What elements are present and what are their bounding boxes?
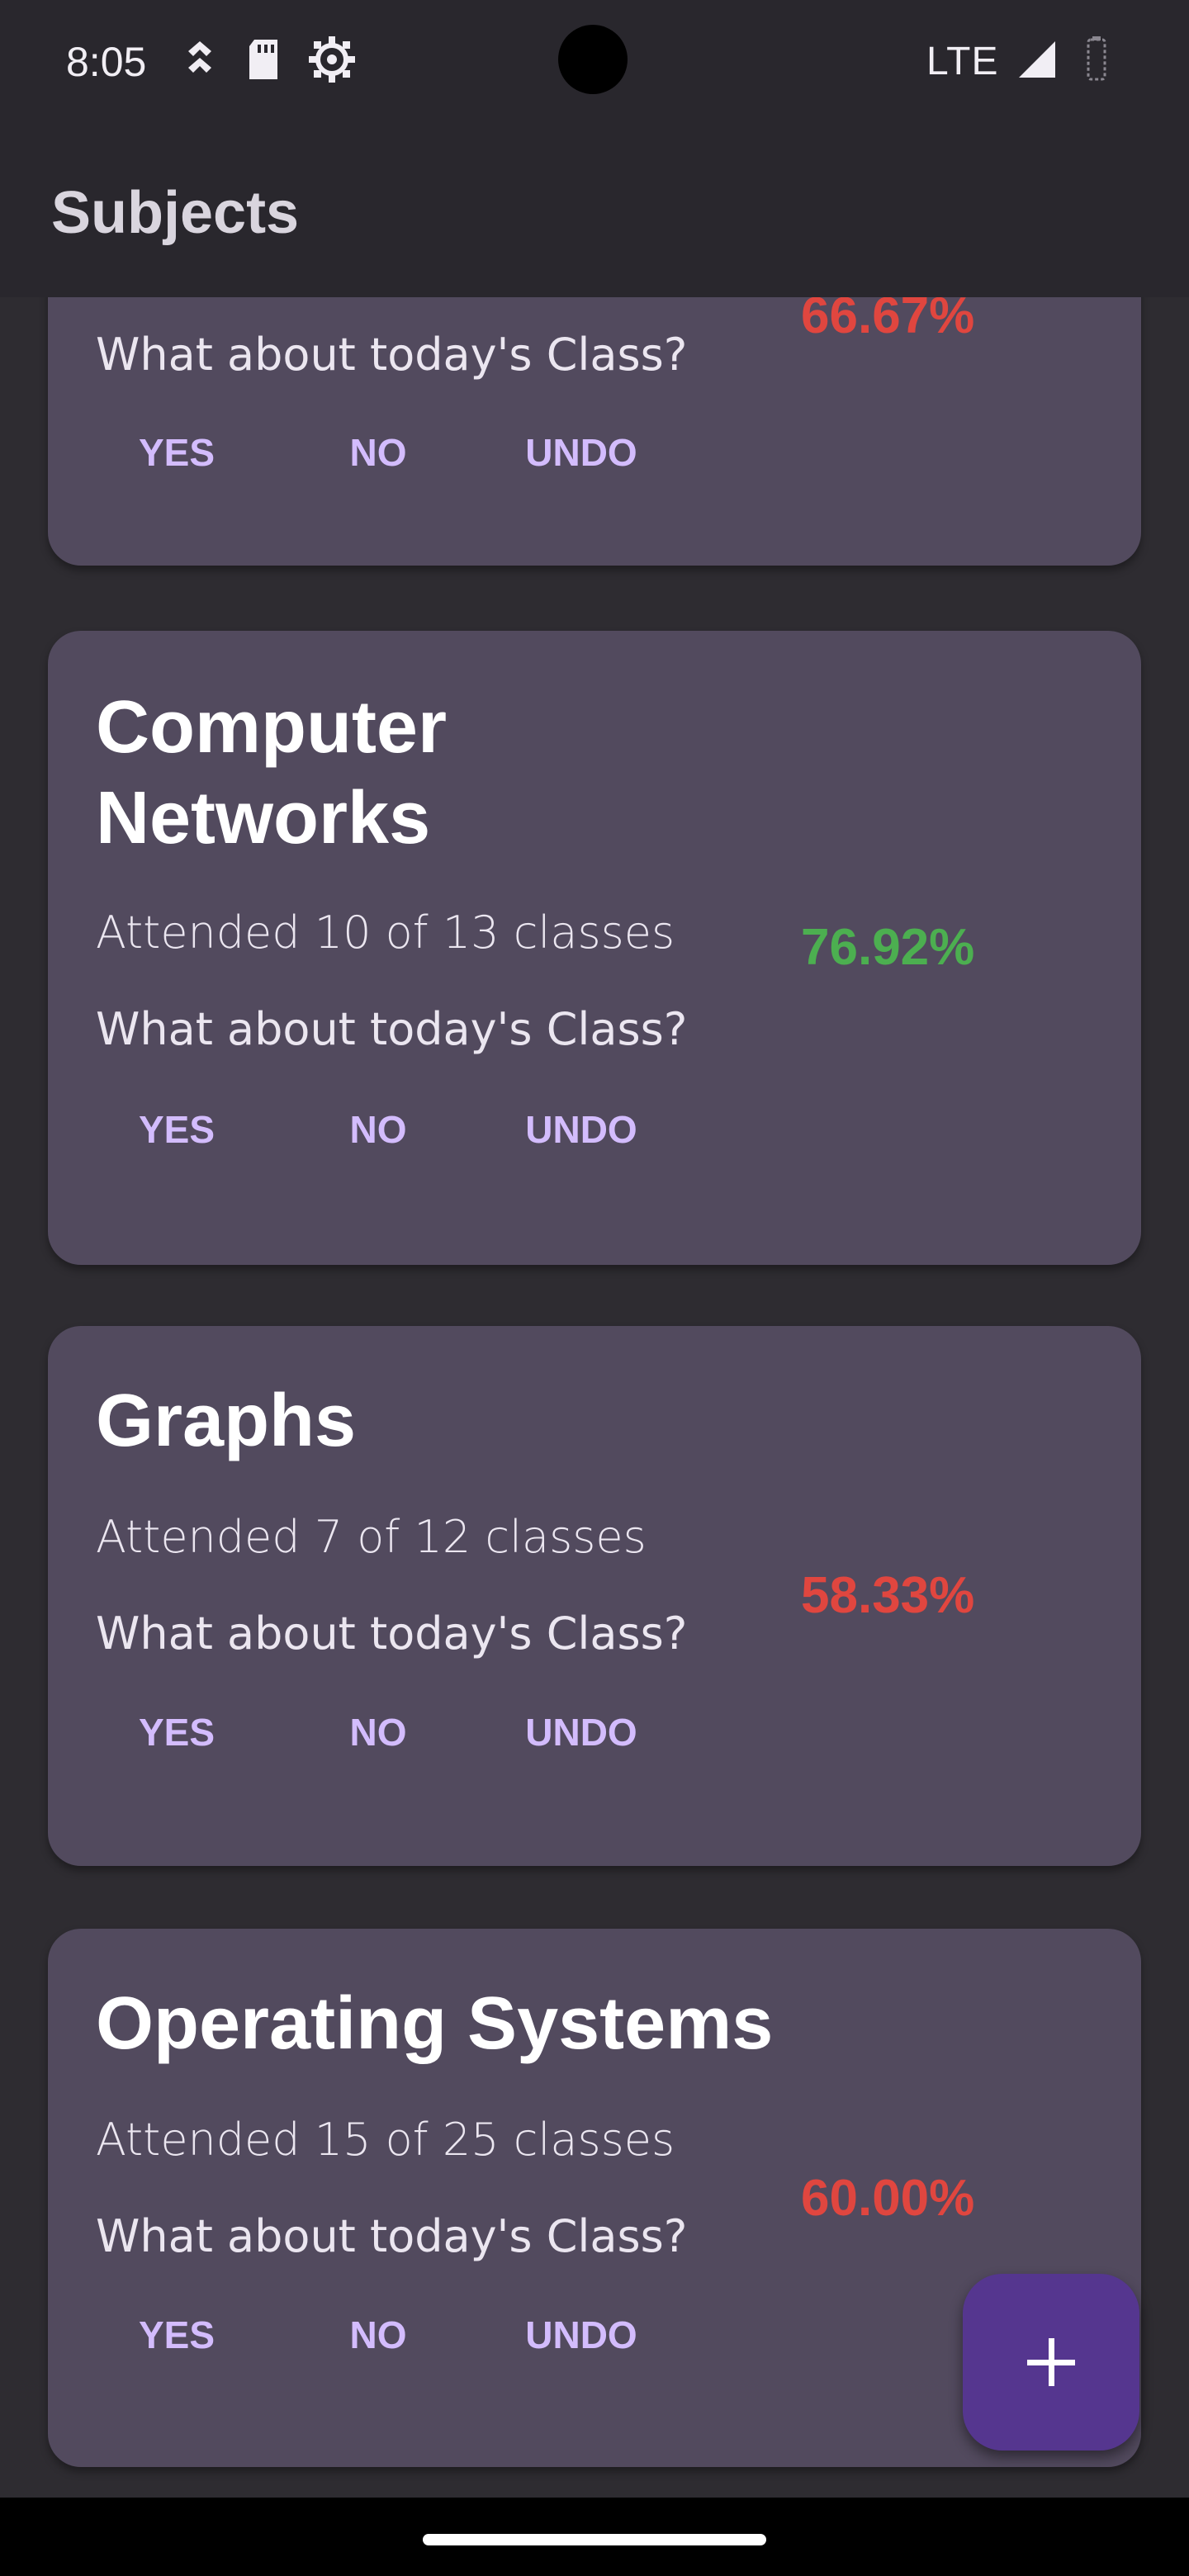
battery-icon (1072, 35, 1121, 84)
plus-icon (1027, 2338, 1075, 2386)
today-question: What about today's Class? (96, 1003, 688, 1055)
subject-card: 66.67% What about today's Class? YES NO … (48, 297, 1141, 566)
no-button[interactable]: NO (312, 2302, 444, 2368)
signal-icon (1012, 35, 1062, 84)
yes-button[interactable]: YES (111, 419, 243, 485)
undo-button[interactable]: UNDO (515, 1096, 647, 1163)
attendance-percentage: 60.00% (801, 2170, 975, 2227)
app-bar: Subjects (0, 124, 1189, 297)
subject-name: Operating Systems (96, 1982, 774, 2065)
subject-card: Graphs Attended 7 of 12 classes 58.33% W… (48, 1326, 1141, 1866)
today-question: What about today's Class? (96, 1608, 688, 1660)
settings-gear-icon (307, 35, 357, 84)
attendance-percentage: 76.92% (801, 919, 975, 976)
today-question: What about today's Class? (96, 2210, 688, 2262)
status-time: 8:05 (66, 39, 147, 85)
status-bar: 8:05 LTE (0, 0, 1189, 124)
no-button[interactable]: NO (312, 1699, 444, 1765)
subject-card: Computer Networks Attended 10 of 13 clas… (48, 631, 1141, 1265)
add-subject-button[interactable] (963, 2274, 1139, 2451)
location-download-icon (175, 35, 225, 84)
attended-count: Attended 7 of 12 classes (96, 1511, 647, 1563)
undo-button[interactable]: UNDO (515, 2302, 647, 2368)
network-type: LTE (926, 40, 999, 83)
yes-button[interactable]: YES (111, 2302, 243, 2368)
attended-count: Attended 10 of 13 classes (96, 907, 675, 959)
page-title: Subjects (51, 180, 300, 246)
yes-button[interactable]: YES (111, 1096, 243, 1163)
front-camera (558, 25, 628, 94)
undo-button[interactable]: UNDO (515, 1699, 647, 1765)
navigation-bar (0, 2498, 1189, 2576)
subject-list[interactable]: 66.67% What about today's Class? YES NO … (0, 297, 1189, 2498)
subject-name: Graphs (96, 1380, 357, 1462)
home-handle[interactable] (423, 2534, 766, 2545)
no-button[interactable]: NO (312, 1096, 444, 1163)
yes-button[interactable]: YES (111, 1699, 243, 1765)
undo-button[interactable]: UNDO (515, 419, 647, 485)
attendance-percentage: 66.67% (801, 297, 975, 344)
subject-name: Computer Networks (96, 686, 447, 859)
attendance-percentage: 58.33% (801, 1567, 975, 1624)
sd-card-icon (239, 35, 289, 84)
attended-count: Attended 15 of 25 classes (96, 2114, 675, 2166)
no-button[interactable]: NO (312, 419, 444, 485)
today-question: What about today's Class? (96, 329, 688, 381)
